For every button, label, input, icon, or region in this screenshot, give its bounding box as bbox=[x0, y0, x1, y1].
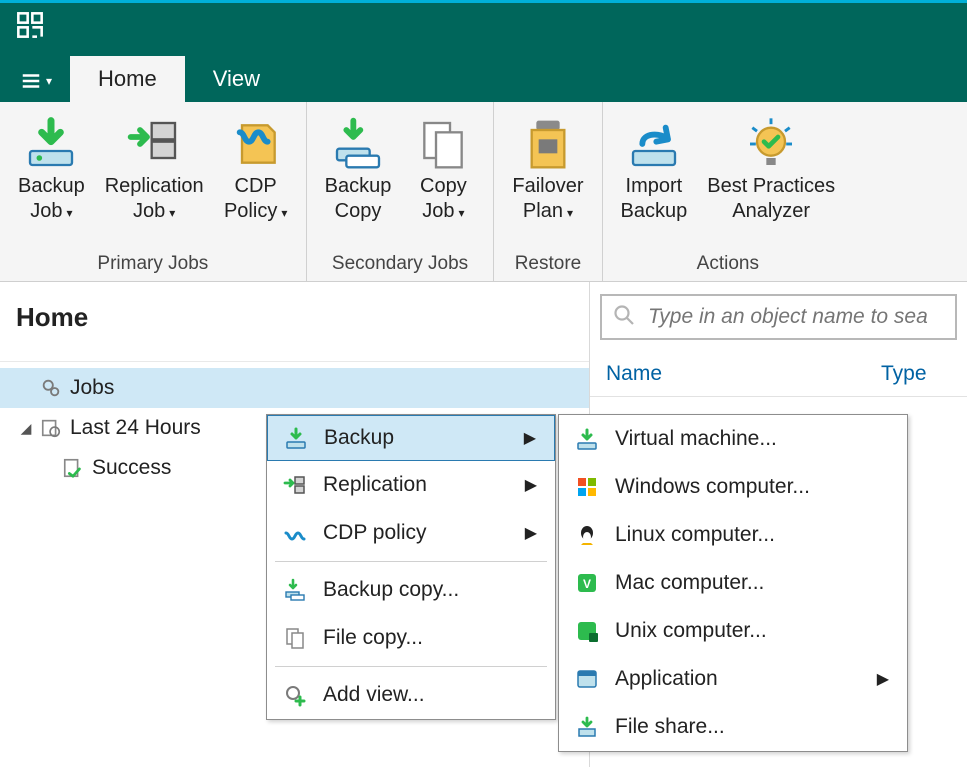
best-practices-analyzer-button[interactable]: Best Practices Analyzer bbox=[699, 110, 843, 226]
nav-title: Home bbox=[0, 282, 589, 362]
menu-separator bbox=[275, 561, 547, 562]
backup-submenu: Virtual machine... Windows computer... L… bbox=[558, 414, 908, 752]
submenu-arrow-icon: ▶ bbox=[525, 523, 537, 543]
failover-plan-icon bbox=[520, 116, 576, 172]
import-backup-button[interactable]: Import Backup bbox=[613, 110, 696, 226]
menu-item-file-copy[interactable]: File copy... bbox=[267, 614, 555, 662]
menu-label: Application bbox=[615, 667, 853, 691]
ribbon-group-actions: Import Backup Best Practices Analyzer Ac… bbox=[603, 102, 854, 281]
tab-view[interactable]: View bbox=[185, 56, 288, 102]
menu-item-windows-computer[interactable]: Windows computer... bbox=[559, 463, 907, 511]
ribbon: Backup Job▾ Replication Job▾ CDP Policy▾… bbox=[0, 102, 967, 282]
copy-job-icon bbox=[415, 116, 471, 172]
menu-label: Virtual machine... bbox=[615, 427, 889, 451]
ribbon-group-label: Actions bbox=[613, 251, 844, 277]
submenu-arrow-icon: ▶ bbox=[877, 669, 889, 689]
application-icon bbox=[569, 667, 605, 691]
windows-icon bbox=[569, 475, 605, 499]
list-header: Name Type bbox=[590, 352, 967, 397]
menu-item-virtual-machine[interactable]: Virtual machine... bbox=[559, 415, 907, 463]
collapse-icon[interactable]: ◢ bbox=[16, 420, 36, 437]
tree-node-jobs[interactable]: Jobs bbox=[0, 368, 589, 408]
file-copy-icon bbox=[277, 626, 313, 650]
tree-label: Jobs bbox=[70, 376, 114, 400]
ribbon-group-label: Secondary Jobs bbox=[317, 251, 484, 277]
mac-icon: V bbox=[569, 571, 605, 595]
copy-job-button[interactable]: Copy Job▾ bbox=[403, 110, 483, 226]
tab-strip: ▾ Home View bbox=[0, 52, 967, 102]
backup-icon bbox=[278, 426, 314, 450]
bulb-check-icon bbox=[743, 116, 799, 172]
menu-item-cdp-policy[interactable]: CDP policy ▶ bbox=[267, 509, 555, 557]
gears-icon bbox=[36, 377, 66, 399]
search-box[interactable] bbox=[600, 294, 957, 340]
menu-label: Add view... bbox=[323, 683, 537, 707]
menu-label: Backup bbox=[324, 426, 500, 450]
backup-job-button[interactable]: Backup Job▾ bbox=[10, 110, 93, 226]
jobs-context-menu: Backup ▶ Replication ▶ CDP policy ▶ Back… bbox=[266, 414, 556, 720]
success-icon bbox=[58, 457, 88, 479]
menu-label: Replication bbox=[323, 473, 501, 497]
column-header-type[interactable]: Type bbox=[881, 362, 951, 386]
linux-icon bbox=[569, 523, 605, 547]
menu-item-replication[interactable]: Replication ▶ bbox=[267, 461, 555, 509]
menu-item-backup[interactable]: Backup ▶ bbox=[267, 415, 555, 461]
backup-copy-icon bbox=[277, 578, 313, 602]
cdp-policy-button[interactable]: CDP Policy▾ bbox=[216, 110, 296, 226]
menu-item-mac-computer[interactable]: V Mac computer... bbox=[559, 559, 907, 607]
app-logo-icon bbox=[16, 11, 44, 44]
replication-job-button[interactable]: Replication Job▾ bbox=[97, 110, 212, 226]
menu-item-linux-computer[interactable]: Linux computer... bbox=[559, 511, 907, 559]
tab-home[interactable]: Home bbox=[70, 56, 185, 102]
main-menu-button[interactable]: ▾ bbox=[8, 70, 70, 102]
import-backup-icon bbox=[626, 116, 682, 172]
menu-label: Linux computer... bbox=[615, 523, 889, 547]
menu-item-add-view[interactable]: Add view... bbox=[267, 671, 555, 719]
svg-text:V: V bbox=[583, 577, 591, 591]
file-share-icon bbox=[569, 715, 605, 739]
backup-copy-button[interactable]: Backup Copy bbox=[317, 110, 400, 226]
add-view-icon bbox=[277, 683, 313, 707]
ribbon-group-label: Restore bbox=[504, 251, 591, 277]
search-icon bbox=[612, 303, 646, 332]
unix-icon bbox=[569, 619, 605, 643]
menu-item-application[interactable]: Application ▶ bbox=[559, 655, 907, 703]
menu-label: File copy... bbox=[323, 626, 537, 650]
submenu-arrow-icon: ▶ bbox=[524, 428, 536, 448]
tree-label: Success bbox=[92, 456, 171, 480]
ribbon-group-restore: Failover Plan▾ Restore bbox=[494, 102, 602, 281]
failover-plan-button[interactable]: Failover Plan▾ bbox=[504, 110, 591, 226]
menu-label: Mac computer... bbox=[615, 571, 889, 595]
backup-copy-icon bbox=[330, 116, 386, 172]
menu-label: Windows computer... bbox=[615, 475, 889, 499]
menu-item-backup-copy[interactable]: Backup copy... bbox=[267, 566, 555, 614]
submenu-arrow-icon: ▶ bbox=[525, 475, 537, 495]
vm-icon bbox=[569, 427, 605, 451]
replication-icon bbox=[277, 473, 313, 497]
title-bar bbox=[0, 0, 967, 52]
menu-label: Backup copy... bbox=[323, 578, 537, 602]
ribbon-group-label: Primary Jobs bbox=[10, 251, 296, 277]
backup-job-icon bbox=[23, 116, 79, 172]
ribbon-group-secondary-jobs: Backup Copy Copy Job▾ Secondary Jobs bbox=[307, 102, 495, 281]
menu-item-file-share[interactable]: File share... bbox=[559, 703, 907, 751]
cdp-icon bbox=[277, 521, 313, 545]
tree-label: Last 24 Hours bbox=[70, 416, 201, 440]
ribbon-group-primary-jobs: Backup Job▾ Replication Job▾ CDP Policy▾… bbox=[0, 102, 307, 281]
menu-item-unix-computer[interactable]: Unix computer... bbox=[559, 607, 907, 655]
search-input[interactable] bbox=[646, 304, 945, 330]
menu-label: File share... bbox=[615, 715, 889, 739]
menu-separator bbox=[275, 666, 547, 667]
column-header-name[interactable]: Name bbox=[606, 362, 881, 386]
cdp-policy-icon bbox=[228, 116, 284, 172]
clock-gear-icon bbox=[36, 417, 66, 439]
menu-label: CDP policy bbox=[323, 521, 501, 545]
replication-job-icon bbox=[126, 116, 182, 172]
menu-label: Unix computer... bbox=[615, 619, 889, 643]
